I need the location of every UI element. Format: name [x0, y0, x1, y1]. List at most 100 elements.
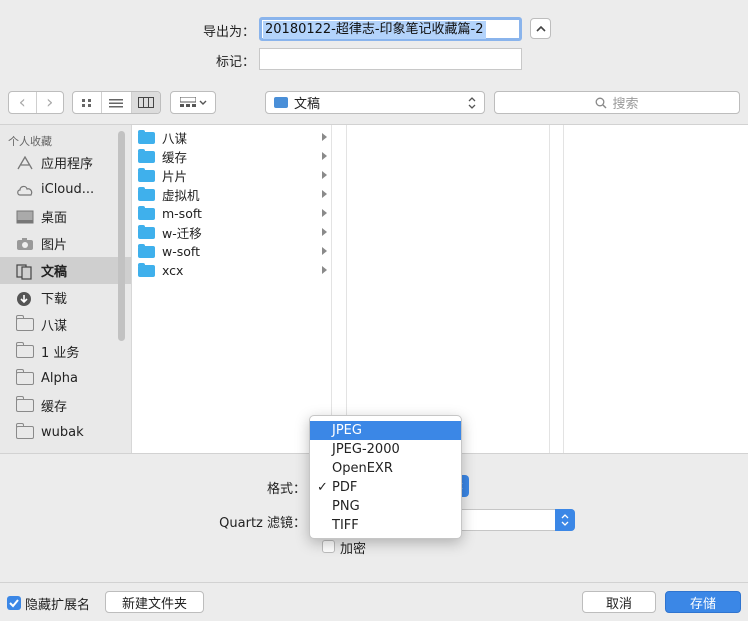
- quartz-filter-label: Quartz 滤镜：: [219, 516, 306, 531]
- file-row[interactable]: w-soft: [132, 242, 331, 261]
- sidebar-item-label: Alpha: [41, 371, 78, 386]
- format-option-jpeg[interactable]: JPEG: [310, 421, 461, 440]
- file-name: m-soft: [162, 206, 202, 221]
- gallery-icon: [179, 97, 196, 107]
- tags-label: 标记：: [215, 55, 255, 70]
- new-folder-button[interactable]: 新建文件夹: [105, 591, 204, 613]
- file-row[interactable]: m-soft: [132, 204, 331, 223]
- format-option-openexr[interactable]: OpenEXR: [310, 459, 461, 478]
- sidebar-item-label: 缓存: [41, 400, 68, 415]
- applications-icon: [16, 155, 34, 170]
- disclosure-arrow-icon: [322, 133, 327, 141]
- sidebar-item-folder[interactable]: 缓存: [0, 392, 131, 419]
- search-icon: [596, 97, 607, 108]
- folder-icon: [16, 315, 34, 331]
- format-option-pdf[interactable]: ✓ PDF: [310, 478, 461, 497]
- disclosure-arrow-icon: [322, 209, 327, 217]
- location-label: 文稿: [294, 97, 321, 112]
- quartz-filter-stepper: [555, 509, 575, 531]
- file-row[interactable]: xcx: [132, 261, 331, 280]
- checkmark-icon: ✓: [317, 480, 328, 495]
- folder-icon: [138, 224, 155, 239]
- folder-icon: [138, 262, 155, 277]
- format-option-tiff[interactable]: TIFF: [310, 516, 461, 535]
- hide-extension-label: 隐藏扩展名: [25, 598, 91, 613]
- file-row[interactable]: 虚拟机: [132, 185, 331, 204]
- file-row[interactable]: 片片: [132, 166, 331, 185]
- folder-icon: [16, 396, 34, 412]
- column-3: [563, 125, 748, 453]
- filename-label: 导出为：: [202, 25, 255, 40]
- updown-arrows-icon: [468, 97, 476, 109]
- sidebar-item-pictures[interactable]: 图片: [0, 230, 131, 257]
- nav-buttons: ‹ ›: [8, 91, 64, 114]
- file-name: w-soft: [162, 244, 200, 259]
- file-row[interactable]: w-迁移: [132, 223, 331, 242]
- filename-value: 20180122-超律志-印象笔记收藏篇-2: [263, 21, 486, 39]
- collapse-button[interactable]: [530, 18, 551, 39]
- columns-icon: [137, 97, 154, 108]
- sidebar-item-icloud[interactable]: iCloud...: [0, 176, 131, 203]
- search-placeholder: 搜索: [612, 97, 639, 112]
- save-button[interactable]: 存储: [665, 591, 741, 613]
- disclosure-arrow-icon: [322, 152, 327, 160]
- file-row[interactable]: 缓存: [132, 147, 331, 166]
- format-label: 格式：: [266, 482, 306, 497]
- folder-icon: [138, 129, 155, 144]
- sidebar-item-label: 1 业务: [41, 346, 80, 361]
- file-name: w-迁移: [162, 226, 202, 241]
- folder-icon: [138, 243, 155, 258]
- documents-icon: [16, 263, 34, 280]
- disclosure-arrow-icon: [322, 266, 327, 274]
- format-option-label: PDF: [332, 480, 358, 495]
- documents-folder-icon: [274, 97, 288, 108]
- list-view-button[interactable]: [102, 92, 132, 113]
- folder-icon: [138, 148, 155, 163]
- sidebar-scrollbar[interactable]: [118, 131, 125, 341]
- format-option-png[interactable]: PNG: [310, 497, 461, 516]
- footer-bar: 隐藏扩展名 新建文件夹 取消 存储: [0, 582, 748, 621]
- tags-field[interactable]: [259, 48, 522, 70]
- sidebar-item-desktop[interactable]: 桌面: [0, 203, 131, 230]
- back-button[interactable]: ‹: [9, 92, 37, 113]
- sidebar-item-folder[interactable]: wubak: [0, 419, 131, 446]
- folder-icon: [138, 186, 155, 201]
- sidebar-item-folder[interactable]: 1 业务: [0, 338, 131, 365]
- file-name: 片片: [162, 169, 188, 184]
- sidebar-item-label: 八谋: [41, 319, 68, 334]
- hide-extension-checkbox[interactable]: [7, 596, 21, 610]
- folder-icon: [138, 167, 155, 182]
- sidebar-item-label: wubak: [41, 425, 84, 440]
- column-1: 八谋 缓存 片片 虚拟机 m-soft w-迁移 w-soft xcx: [132, 125, 332, 453]
- encrypt-checkbox[interactable]: [322, 540, 335, 553]
- sidebar-item-label: 文稿: [41, 265, 68, 280]
- column-view-button[interactable]: [131, 92, 160, 113]
- filename-field[interactable]: 20180122-超律志-印象笔记收藏篇-2: [259, 17, 522, 41]
- view-mode-buttons: [72, 91, 161, 114]
- cancel-button[interactable]: 取消: [582, 591, 656, 613]
- cloud-icon: [16, 183, 34, 197]
- sidebar-item-folder[interactable]: 八谋: [0, 311, 131, 338]
- sidebar-item-documents[interactable]: 文稿: [0, 257, 131, 284]
- file-name: xcx: [162, 263, 184, 278]
- folder-icon: [16, 423, 34, 439]
- sidebar-item-downloads[interactable]: 下载: [0, 284, 131, 311]
- sidebar-item-label: 应用程序: [41, 157, 94, 172]
- group-view-button[interactable]: [170, 91, 216, 114]
- sidebar-item-label: 图片: [41, 238, 68, 253]
- folder-icon: [138, 205, 155, 220]
- sidebar-item-folder[interactable]: Alpha: [0, 365, 131, 392]
- location-popup[interactable]: 文稿: [265, 91, 485, 114]
- file-row[interactable]: 八谋: [132, 128, 331, 147]
- disclosure-arrow-icon: [322, 247, 327, 255]
- file-name: 八谋: [162, 131, 188, 146]
- disclosure-arrow-icon: [322, 171, 327, 179]
- folder-icon: [16, 369, 34, 385]
- search-field[interactable]: 搜索: [494, 91, 740, 114]
- forward-button[interactable]: ›: [37, 92, 64, 113]
- download-icon: [16, 291, 34, 306]
- sidebar-item-applications[interactable]: 应用程序: [0, 149, 131, 176]
- icon-view-button[interactable]: [73, 92, 103, 113]
- format-option-jpeg2000[interactable]: JPEG-2000: [310, 440, 461, 459]
- sidebar-item-label: 下载: [41, 292, 68, 307]
